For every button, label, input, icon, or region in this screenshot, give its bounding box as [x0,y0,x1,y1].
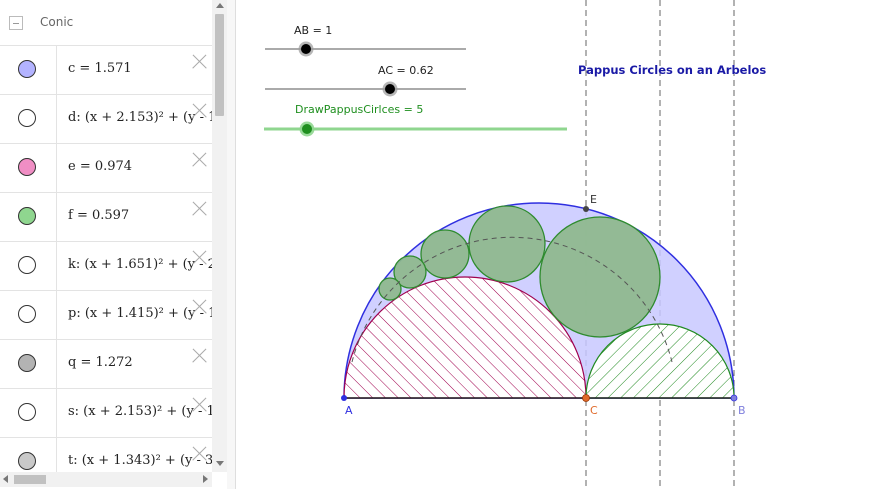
visibility-col [0,291,57,339]
horizontal-scrollbar[interactable] [0,472,212,487]
vertical-scroll-thumb[interactable] [215,14,224,116]
scroll-up-arrow-icon[interactable] [216,3,224,8]
algebra-group-header: Conic [0,0,212,46]
algebra-row[interactable]: k: (x + 1.651)² + (y - 2 [0,242,212,291]
algebra-row[interactable]: e = 0.974 [0,144,212,193]
algebra-row[interactable]: p: (x + 1.415)² + (y - 1 [0,291,212,340]
slider-pappus-knob-core [302,124,312,134]
label-c: C [590,404,598,417]
horizontal-scroll-thumb[interactable] [14,475,46,484]
delete-icon[interactable] [191,54,207,70]
visibility-marble-icon[interactable] [18,256,36,274]
visibility-marble-icon[interactable] [18,207,36,225]
slider-ab-knob-core [301,44,311,54]
algebra-row[interactable]: f = 0.597 [0,193,212,242]
delete-icon[interactable] [191,397,207,413]
slider-pappus-label: DrawPappusCirlces = 5 [295,103,423,116]
scroll-left-arrow-icon[interactable] [3,475,8,483]
algebra-row[interactable]: d: (x + 2.153)² + (y - 1 [0,95,212,144]
visibility-col [0,389,57,437]
figure-title: Pappus Circles on an Arbelos [578,63,766,77]
visibility-marble-icon[interactable] [18,354,36,372]
algebra-view: Conic c = 1.571 d: (x + 2.153)² + (y - 1e… [0,0,228,489]
visibility-marble-icon[interactable] [18,60,36,78]
slider-ac-label: AC = 0.62 [378,64,434,77]
graphics-view[interactable]: A C B E Pappus Circles on an Arbelos AB … [236,0,881,489]
scroll-down-arrow-icon[interactable] [216,461,224,466]
label-e: E [590,193,597,206]
algebra-row[interactable]: c = 1.571 [0,46,212,95]
vertical-scrollbar[interactable] [212,0,227,472]
pappus-circle-3[interactable] [420,229,470,279]
visibility-col [0,242,57,290]
visibility-col [0,46,57,94]
view-divider[interactable] [227,0,236,489]
visibility-marble-icon[interactable] [18,305,36,323]
point-a[interactable] [341,395,347,401]
pappus-circle-5[interactable] [378,277,402,301]
point-e[interactable] [583,206,589,212]
label-a: A [345,404,353,417]
slider-ac-knob-core [385,84,395,94]
delete-icon[interactable] [191,446,207,462]
visibility-marble-icon[interactable] [18,158,36,176]
scroll-right-arrow-icon[interactable] [203,475,208,483]
visibility-col [0,95,57,143]
point-c[interactable] [582,394,590,402]
group-label: Conic [40,15,74,29]
pappus-circle-1[interactable] [539,216,661,338]
label-b: B [738,404,746,417]
delete-icon[interactable] [191,348,207,364]
delete-icon[interactable] [191,299,207,315]
visibility-col [0,340,57,388]
visibility-marble-icon[interactable] [18,109,36,127]
delete-icon[interactable] [191,103,207,119]
delete-icon[interactable] [191,152,207,168]
delete-icon[interactable] [191,250,207,266]
visibility-col [0,193,57,241]
delete-icon[interactable] [191,201,207,217]
visibility-marble-icon[interactable] [18,452,36,470]
point-b[interactable] [730,394,738,402]
visibility-col [0,144,57,192]
slider-ab-label: AB = 1 [294,24,332,37]
collapse-icon[interactable] [9,16,23,30]
algebra-row[interactable]: q = 1.272 [0,340,212,389]
visibility-marble-icon[interactable] [18,403,36,421]
pappus-circle-2[interactable] [468,205,546,283]
algebra-row[interactable]: s: (x + 2.153)² + (y - 1. [0,389,212,438]
